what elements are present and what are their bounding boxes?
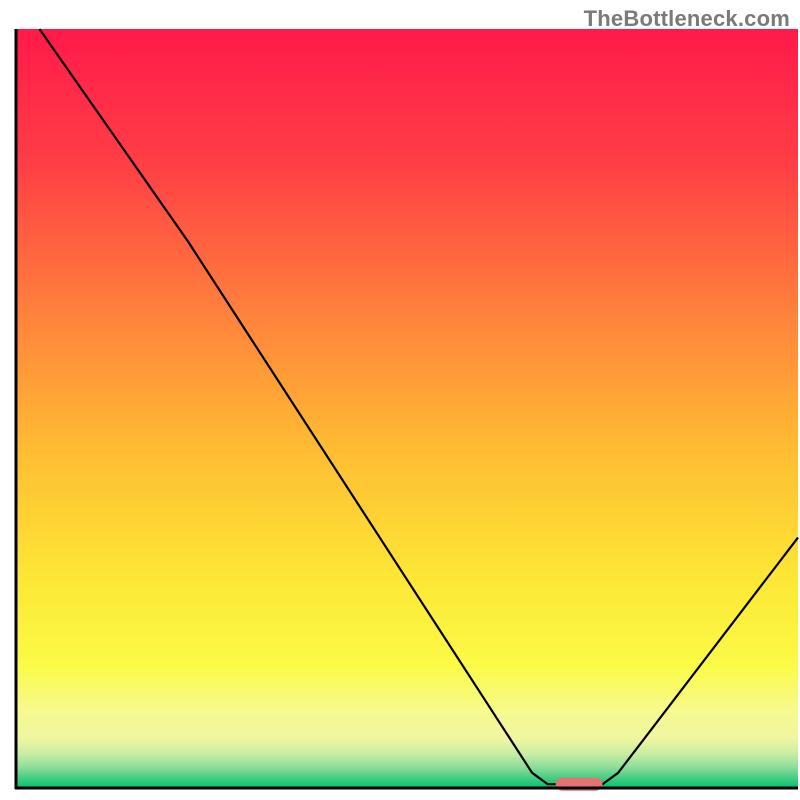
chart-canvas [0, 0, 800, 800]
bottleneck-chart: TheBottleneck.com [0, 0, 800, 800]
watermark-text: TheBottleneck.com [584, 6, 790, 32]
gradient-background [16, 29, 798, 788]
